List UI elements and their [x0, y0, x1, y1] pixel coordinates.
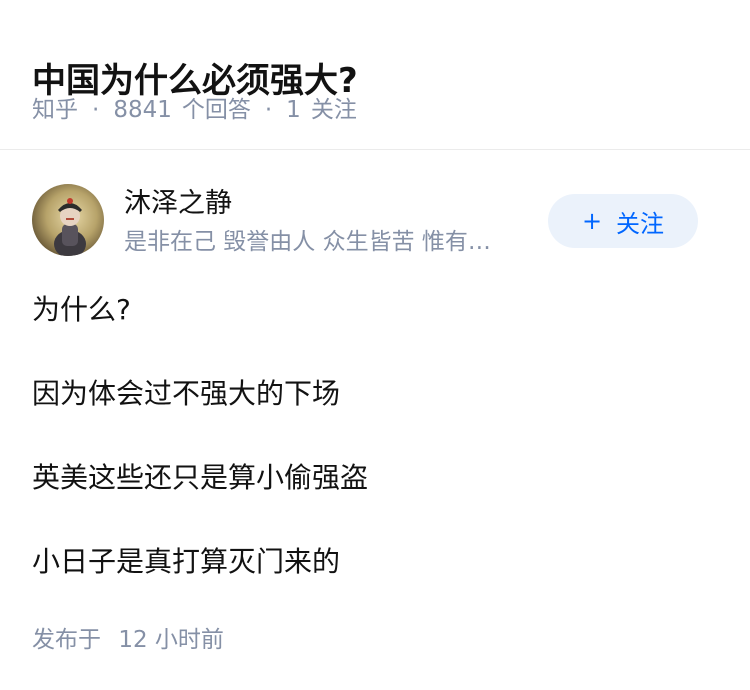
avatar[interactable] [32, 184, 104, 256]
answer-paragraph: 小日子是真打算灭门来的 [32, 545, 341, 578]
follow-count: 1 [286, 97, 301, 123]
plus-icon: + [581, 207, 603, 235]
follow-count-label[interactable]: 关注 [311, 94, 357, 126]
answer-content: 为什么? 因为体会过不强大的下场 英美这些还只是算小偷强盗 小日子是真打算灭门来… [32, 290, 718, 582]
author-bio: 是非在己 毁誉由人 众生皆苦 惟有… [124, 229, 491, 255]
question-header: 中国为什么必须强大? 知乎 · 8841 个回答 · 1 关注 [0, 0, 750, 150]
follow-button[interactable]: + 关注 [548, 194, 698, 248]
answer-paragraph: 为什么? [32, 293, 131, 326]
follow-button-label: 关注 [616, 209, 665, 238]
question-meta: 知乎 · 8841 个回答 · 1 关注 [32, 94, 357, 126]
separator-dot: · [264, 97, 273, 123]
separator-dot: · [92, 97, 100, 123]
author-card: 沐泽之静 是非在己 毁誉由人 众生皆苦 惟有… + 关注 [32, 184, 718, 260]
answer-paragraph: 英美这些还只是算小偷强盗 [32, 461, 369, 494]
publish-time-value: 12 小时前 [118, 627, 224, 653]
author-name[interactable]: 沐泽之静 [124, 186, 232, 222]
answer-count-label[interactable]: 个回答 [182, 94, 251, 126]
answer-paragraph: 因为体会过不强大的下场 [32, 377, 341, 410]
publish-time: 发布于 12 小时前 [32, 624, 224, 656]
publish-label: 发布于 [32, 627, 101, 653]
avatar-figure-icon [54, 198, 86, 256]
answer-count: 8841 [113, 97, 172, 123]
source-label[interactable]: 知乎 [32, 94, 78, 126]
